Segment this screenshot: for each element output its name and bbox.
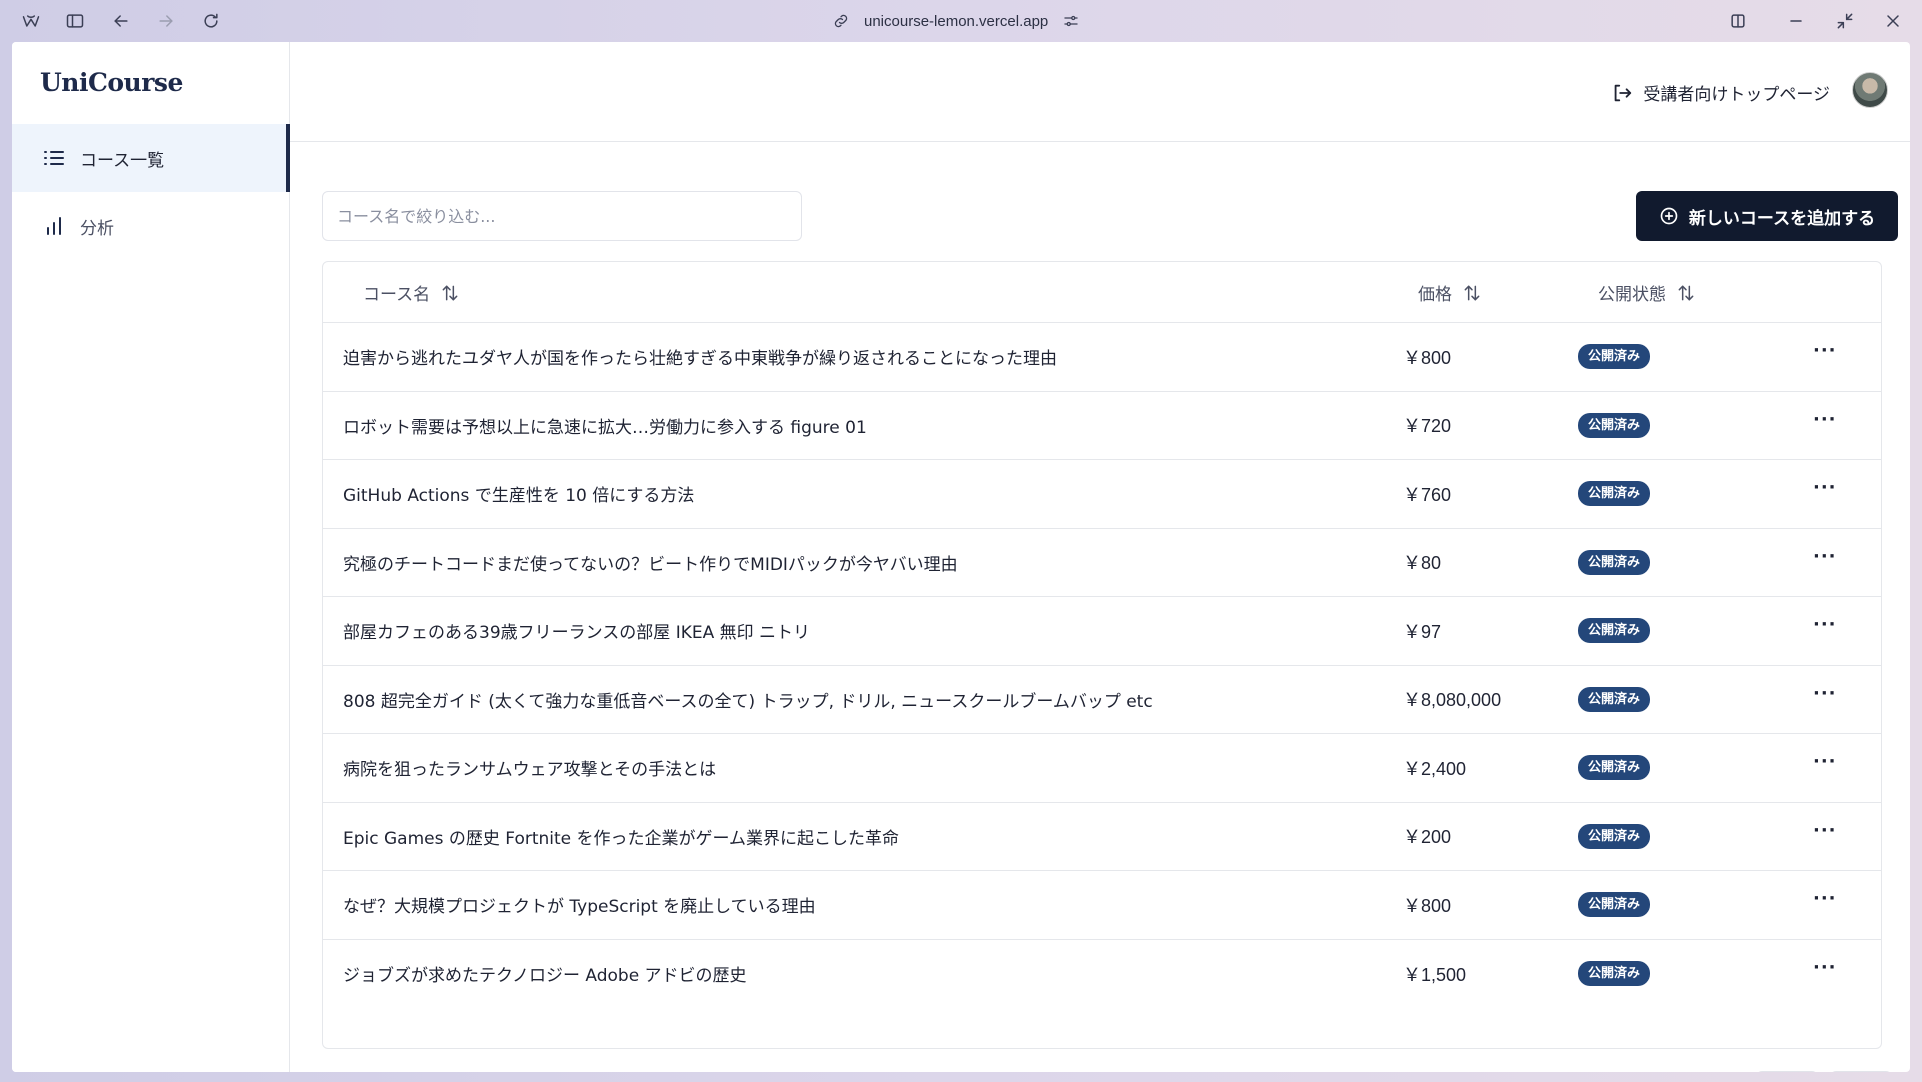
row-menu-icon[interactable]: ··· bbox=[1813, 660, 1837, 728]
course-name: 病院を狙ったランサムウェア攻撃とその手法とは bbox=[343, 760, 717, 781]
row-menu-icon[interactable]: ··· bbox=[1813, 454, 1837, 522]
column-header-price[interactable]: 価格 bbox=[1418, 262, 1482, 323]
sidebar-item-analytics[interactable]: 分析 bbox=[12, 192, 290, 260]
row-menu-icon[interactable]: ··· bbox=[1813, 523, 1837, 591]
status-badge: 公開済み bbox=[1578, 412, 1651, 438]
split-view-icon[interactable] bbox=[1725, 9, 1751, 33]
course-price: ￥80 bbox=[1403, 553, 1442, 574]
table-row[interactable]: Epic Games の歴史 Fortnite を作った企業がゲーム業界に起こし… bbox=[323, 803, 1881, 871]
table-row[interactable]: 部屋カフェのある39歳フリーランスの部屋 IKEA 無印 ニトリ ￥97 公開済… bbox=[323, 597, 1881, 666]
course-price: ￥8,080,000 bbox=[1403, 690, 1502, 711]
list-icon bbox=[44, 151, 64, 165]
status-badge: 公開済み bbox=[1578, 344, 1651, 370]
address-bar[interactable]: unicourse-lemon.vercel.app bbox=[832, 8, 1080, 34]
course-price: ￥97 bbox=[1403, 621, 1442, 642]
course-price: ￥760 bbox=[1403, 484, 1452, 505]
course-name: ジョブズが求めたテクノロジー Adobe アドビの歴史 bbox=[343, 966, 747, 987]
table-row[interactable]: 究極のチートコードまだ使ってないの？ビート作りでMIDIパックが今ヤバい理由 ￥… bbox=[323, 529, 1881, 597]
table-row[interactable]: 病院を狙ったランサムウェア攻撃とその手法とは ￥2,400 公開済み ··· bbox=[323, 734, 1881, 803]
prev-page-button[interactable]: 前へ bbox=[1755, 1071, 1818, 1072]
course-name: 究極のチートコードまだ使ってないの？ビート作りでMIDIパックが今ヤバい理由 bbox=[343, 554, 958, 575]
sort-icon bbox=[1678, 285, 1694, 300]
restore-icon[interactable] bbox=[1832, 9, 1858, 33]
course-price: ￥800 bbox=[1403, 347, 1452, 368]
course-price: ￥200 bbox=[1403, 827, 1452, 848]
table-row[interactable]: ロボット需要は予想以上に急速に拡大…労働力に参入する figure 01 ￥72… bbox=[323, 392, 1881, 460]
column-header-name[interactable]: コース名 bbox=[363, 262, 460, 323]
next-page-button[interactable]: 次へ bbox=[1829, 1071, 1892, 1072]
table-header: コース名 価格 公開状態 bbox=[323, 262, 1881, 323]
row-menu-icon[interactable]: ··· bbox=[1813, 591, 1837, 659]
logo[interactable]: UniCourse bbox=[40, 68, 183, 97]
link-icon bbox=[834, 14, 848, 28]
sort-icon bbox=[442, 285, 458, 300]
course-price: ￥1,500 bbox=[1403, 964, 1467, 985]
student-top-link-label: 受講者向けトップページ bbox=[1643, 85, 1830, 105]
status-badge: 公開済み bbox=[1578, 481, 1651, 507]
browser-toolbar: unicourse-lemon.vercel.app bbox=[0, 0, 1922, 42]
table-row[interactable]: なぜ？大規模プロジェクトが TypeScript を廃止している理由 ￥800 … bbox=[323, 871, 1881, 940]
add-course-button[interactable]: 新しいコースを追加する bbox=[1636, 191, 1898, 241]
site-settings-icon[interactable] bbox=[1062, 12, 1080, 30]
add-course-label: 新しいコースを追加する bbox=[1688, 208, 1876, 229]
sidebar-item-label: 分析 bbox=[80, 218, 114, 239]
status-badge: 公開済み bbox=[1578, 961, 1651, 987]
top-bar: 受講者向けトップページ bbox=[290, 42, 1910, 142]
course-name: なぜ？大規模プロジェクトが TypeScript を廃止している理由 bbox=[343, 897, 816, 918]
row-menu-icon[interactable]: ··· bbox=[1813, 386, 1837, 454]
back-icon[interactable] bbox=[108, 9, 134, 33]
table-row[interactable]: ジョブズが求めたテクノロジー Adobe アドビの歴史 ￥1,500 公開済み … bbox=[323, 940, 1881, 1009]
table-row[interactable]: 808 超完全ガイド (太くて強力な重低音ベースの全て) トラップ, ドリル, … bbox=[323, 666, 1881, 734]
row-menu-icon[interactable]: ··· bbox=[1813, 865, 1837, 933]
table-row[interactable]: 迫害から逃れたユダヤ人が国を作ったら壮絶すぎる中東戦争が繰り返されることになった… bbox=[323, 323, 1881, 392]
sidebar: UniCourse コース一覧 分析 bbox=[12, 42, 290, 1072]
course-price: ￥800 bbox=[1403, 895, 1452, 916]
row-menu-icon[interactable]: ··· bbox=[1813, 934, 1837, 1003]
sidebar-item-label: コース一覧 bbox=[80, 150, 165, 171]
status-badge: 公開済み bbox=[1578, 618, 1651, 644]
forward-icon[interactable] bbox=[153, 9, 179, 33]
status-badge: 公開済み bbox=[1578, 892, 1651, 918]
column-label-price: 価格 bbox=[1418, 285, 1452, 305]
column-label-name: コース名 bbox=[363, 285, 431, 305]
status-badge: 公開済み bbox=[1578, 823, 1651, 849]
pagination: 前へ 次へ bbox=[1755, 1071, 1892, 1072]
plus-circle-icon bbox=[1660, 207, 1678, 225]
table-row[interactable]: GitHub Actions で生産性を 10 倍にする方法 ￥760 公開済み… bbox=[323, 460, 1881, 529]
course-table: コース名 価格 公開状態 迫害から逃れたユダヤ人が国を作ったら壮絶すぎる中東戦争… bbox=[322, 261, 1882, 1049]
course-name: 808 超完全ガイド (太くて強力な重低音ベースの全て) トラップ, ドリル, … bbox=[343, 691, 1153, 712]
status-badge: 公開済み bbox=[1578, 549, 1651, 575]
avatar[interactable] bbox=[1852, 72, 1888, 108]
logout-icon bbox=[1614, 84, 1632, 101]
student-top-link[interactable]: 受講者向けトップページ bbox=[1611, 80, 1830, 105]
column-header-status[interactable]: 公開状態 bbox=[1598, 262, 1696, 323]
row-menu-icon[interactable]: ··· bbox=[1813, 317, 1837, 385]
browser-logo-icon[interactable] bbox=[18, 9, 44, 33]
sidebar-item-courses[interactable]: コース一覧 bbox=[12, 124, 290, 192]
url-text: unicourse-lemon.vercel.app bbox=[864, 12, 1049, 30]
app-window: UniCourse コース一覧 分析 受講者向けトップページ 新しいコースを追加… bbox=[12, 42, 1910, 1072]
course-name: 部屋カフェのある39歳フリーランスの部屋 IKEA 無印 ニトリ bbox=[343, 623, 811, 644]
status-badge: 公開済み bbox=[1578, 755, 1651, 781]
bar-chart-icon bbox=[47, 217, 61, 235]
course-name: 迫害から逃れたユダヤ人が国を作ったら壮絶すぎる中東戦争が繰り返されることになった… bbox=[343, 349, 1057, 370]
course-name: Epic Games の歴史 Fortnite を作った企業がゲーム業界に起こし… bbox=[343, 828, 900, 849]
course-name: GitHub Actions で生産性を 10 倍にする方法 bbox=[343, 486, 695, 507]
sort-icon bbox=[1464, 285, 1480, 300]
reload-icon[interactable] bbox=[198, 9, 224, 33]
course-price: ￥2,400 bbox=[1403, 758, 1467, 779]
minimize-icon[interactable] bbox=[1783, 9, 1809, 33]
row-menu-icon[interactable]: ··· bbox=[1813, 797, 1837, 865]
sidebar-toggle-icon[interactable] bbox=[62, 9, 88, 33]
search-input[interactable] bbox=[322, 191, 802, 241]
row-menu-icon[interactable]: ··· bbox=[1813, 728, 1837, 796]
close-icon[interactable] bbox=[1880, 9, 1906, 33]
course-name: ロボット需要は予想以上に急速に拡大…労働力に参入する figure 01 bbox=[343, 417, 867, 438]
status-badge: 公開済み bbox=[1578, 686, 1651, 712]
column-label-status: 公開状態 bbox=[1598, 285, 1666, 305]
course-price: ￥720 bbox=[1403, 416, 1452, 437]
